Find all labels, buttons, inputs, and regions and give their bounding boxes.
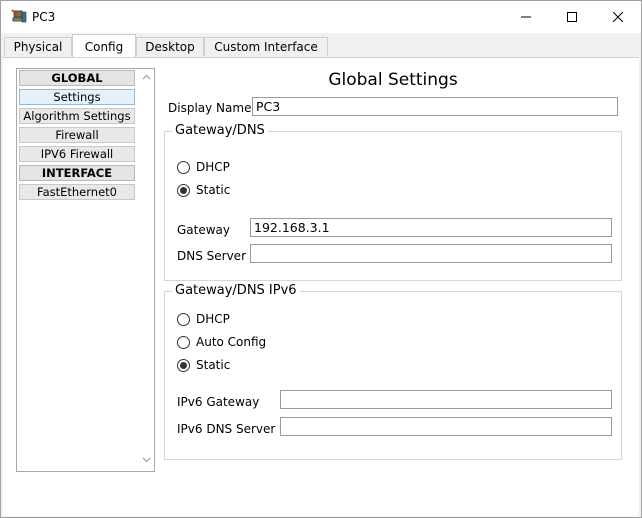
- maximize-button[interactable]: [549, 1, 595, 33]
- maximize-icon: [567, 12, 577, 22]
- gateway-label: Gateway: [177, 223, 231, 237]
- sidebar-header-interface: INTERFACE: [19, 165, 135, 181]
- scroll-down-icon[interactable]: [142, 455, 151, 464]
- window-title: PC3: [32, 10, 56, 24]
- close-button[interactable]: [595, 1, 641, 33]
- minimize-button[interactable]: [503, 1, 549, 33]
- sidebar-scrollbar[interactable]: [139, 69, 154, 471]
- gateway-dns-legend: Gateway/DNS: [172, 123, 268, 138]
- ipv6-dns-server-label: IPv6 DNS Server: [177, 422, 276, 436]
- static-radio[interactable]: [177, 184, 190, 197]
- close-icon: [613, 12, 623, 22]
- tab-config[interactable]: Config: [72, 34, 136, 58]
- minimize-icon: [521, 16, 531, 18]
- config-sidebar: GLOBAL Settings Algorithm Settings Firew…: [16, 68, 155, 472]
- sidebar-item-fastethernet0[interactable]: FastEthernet0: [19, 184, 135, 200]
- scroll-up-icon[interactable]: [142, 73, 151, 82]
- pc-app-icon: [11, 9, 27, 25]
- gateway-dns-group: Gateway/DNS DHCP Static Gateway 192.168.…: [164, 123, 622, 281]
- ipv6-dns-server-input[interactable]: [280, 417, 612, 436]
- sidebar-item-ipv6-firewall[interactable]: IPV6 Firewall: [19, 146, 135, 162]
- gateway-dns-ipv6-group: Gateway/DNS IPv6 DHCP Auto Config Static…: [164, 283, 622, 460]
- config-content: GLOBAL Settings Algorithm Settings Firew…: [3, 57, 639, 516]
- display-name-input[interactable]: PC3: [252, 97, 618, 116]
- sidebar-header-global: GLOBAL: [19, 70, 135, 86]
- global-settings-heading: Global Settings: [328, 70, 458, 90]
- dns-server-input[interactable]: [250, 244, 612, 263]
- tab-strip: Physical Config Desktop Custom Interface: [1, 33, 641, 58]
- ipv6-auto-config-label: Auto Config: [196, 335, 267, 349]
- ipv6-dhcp-label: DHCP: [196, 312, 230, 326]
- ipv6-dhcp-radio[interactable]: [177, 313, 190, 326]
- dns-server-label: DNS Server: [177, 249, 246, 263]
- ipv6-static-label: Static: [196, 358, 231, 372]
- sidebar-item-settings[interactable]: Settings: [19, 89, 135, 105]
- ipv6-auto-config-radio[interactable]: [177, 336, 190, 349]
- ipv6-static-radio[interactable]: [177, 359, 190, 372]
- tab-desktop[interactable]: Desktop: [136, 37, 204, 56]
- pc3-window: PC3 Physical Config Desktop Custom Inter…: [0, 0, 642, 518]
- display-name-label: Display Name: [168, 101, 252, 115]
- ipv6-gateway-input[interactable]: [280, 390, 612, 409]
- dhcp-radio[interactable]: [177, 161, 190, 174]
- dhcp-label: DHCP: [196, 160, 230, 174]
- title-bar: PC3: [1, 1, 641, 33]
- sidebar-item-algorithm-settings[interactable]: Algorithm Settings: [19, 108, 135, 124]
- static-label: Static: [196, 183, 231, 197]
- gateway-dns-ipv6-legend: Gateway/DNS IPv6: [172, 283, 300, 298]
- tab-physical[interactable]: Physical: [4, 37, 72, 56]
- sidebar-item-firewall[interactable]: Firewall: [19, 127, 135, 143]
- gateway-input[interactable]: 192.168.3.1: [250, 218, 612, 237]
- tab-custom-interface[interactable]: Custom Interface: [204, 37, 328, 56]
- ipv6-gateway-label: IPv6 Gateway: [177, 395, 260, 409]
